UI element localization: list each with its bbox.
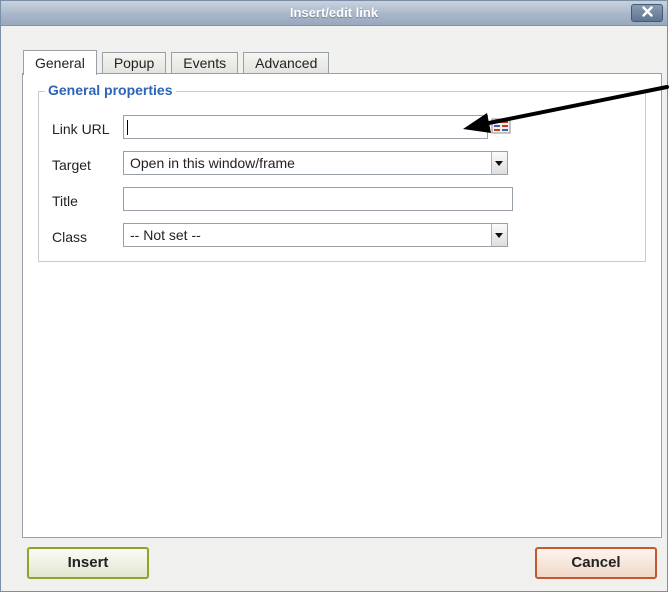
link-url-label: Link URL [52,121,110,137]
chevron-down-icon [491,152,507,174]
tab-bar: General Popup Events Advanced [23,50,330,75]
target-label: Target [52,157,91,173]
dialog-title: Insert/edit link [289,5,379,20]
tab-events[interactable]: Events [171,52,239,74]
target-selected-value: Open in this window/frame [130,155,295,171]
title-input[interactable] [123,187,513,211]
tab-general[interactable]: General [23,50,97,75]
tab-popup[interactable]: Popup [101,52,167,74]
titlebar[interactable]: Insert/edit link [1,1,667,26]
class-selected-value: -- Not set -- [130,227,201,243]
cancel-button[interactable]: Cancel [535,547,657,579]
link-url-input[interactable] [123,115,488,139]
insert-button[interactable]: Insert [27,547,149,579]
pointer-arrow-icon [463,85,669,133]
chevron-down-icon [491,224,507,246]
close-icon [641,4,653,22]
fieldset-legend: General properties [45,82,176,98]
class-label: Class [52,229,88,245]
class-select[interactable]: -- Not set -- [123,223,508,247]
title-label: Title [52,193,78,209]
target-select[interactable]: Open in this window/frame [123,151,508,175]
insert-edit-link-dialog: Insert/edit link General Popup Events Ad… [0,0,669,592]
general-panel: General properties Link URL Target Open … [22,73,662,538]
close-button[interactable] [631,4,663,22]
text-caret [127,120,128,135]
tab-advanced[interactable]: Advanced [243,52,330,74]
